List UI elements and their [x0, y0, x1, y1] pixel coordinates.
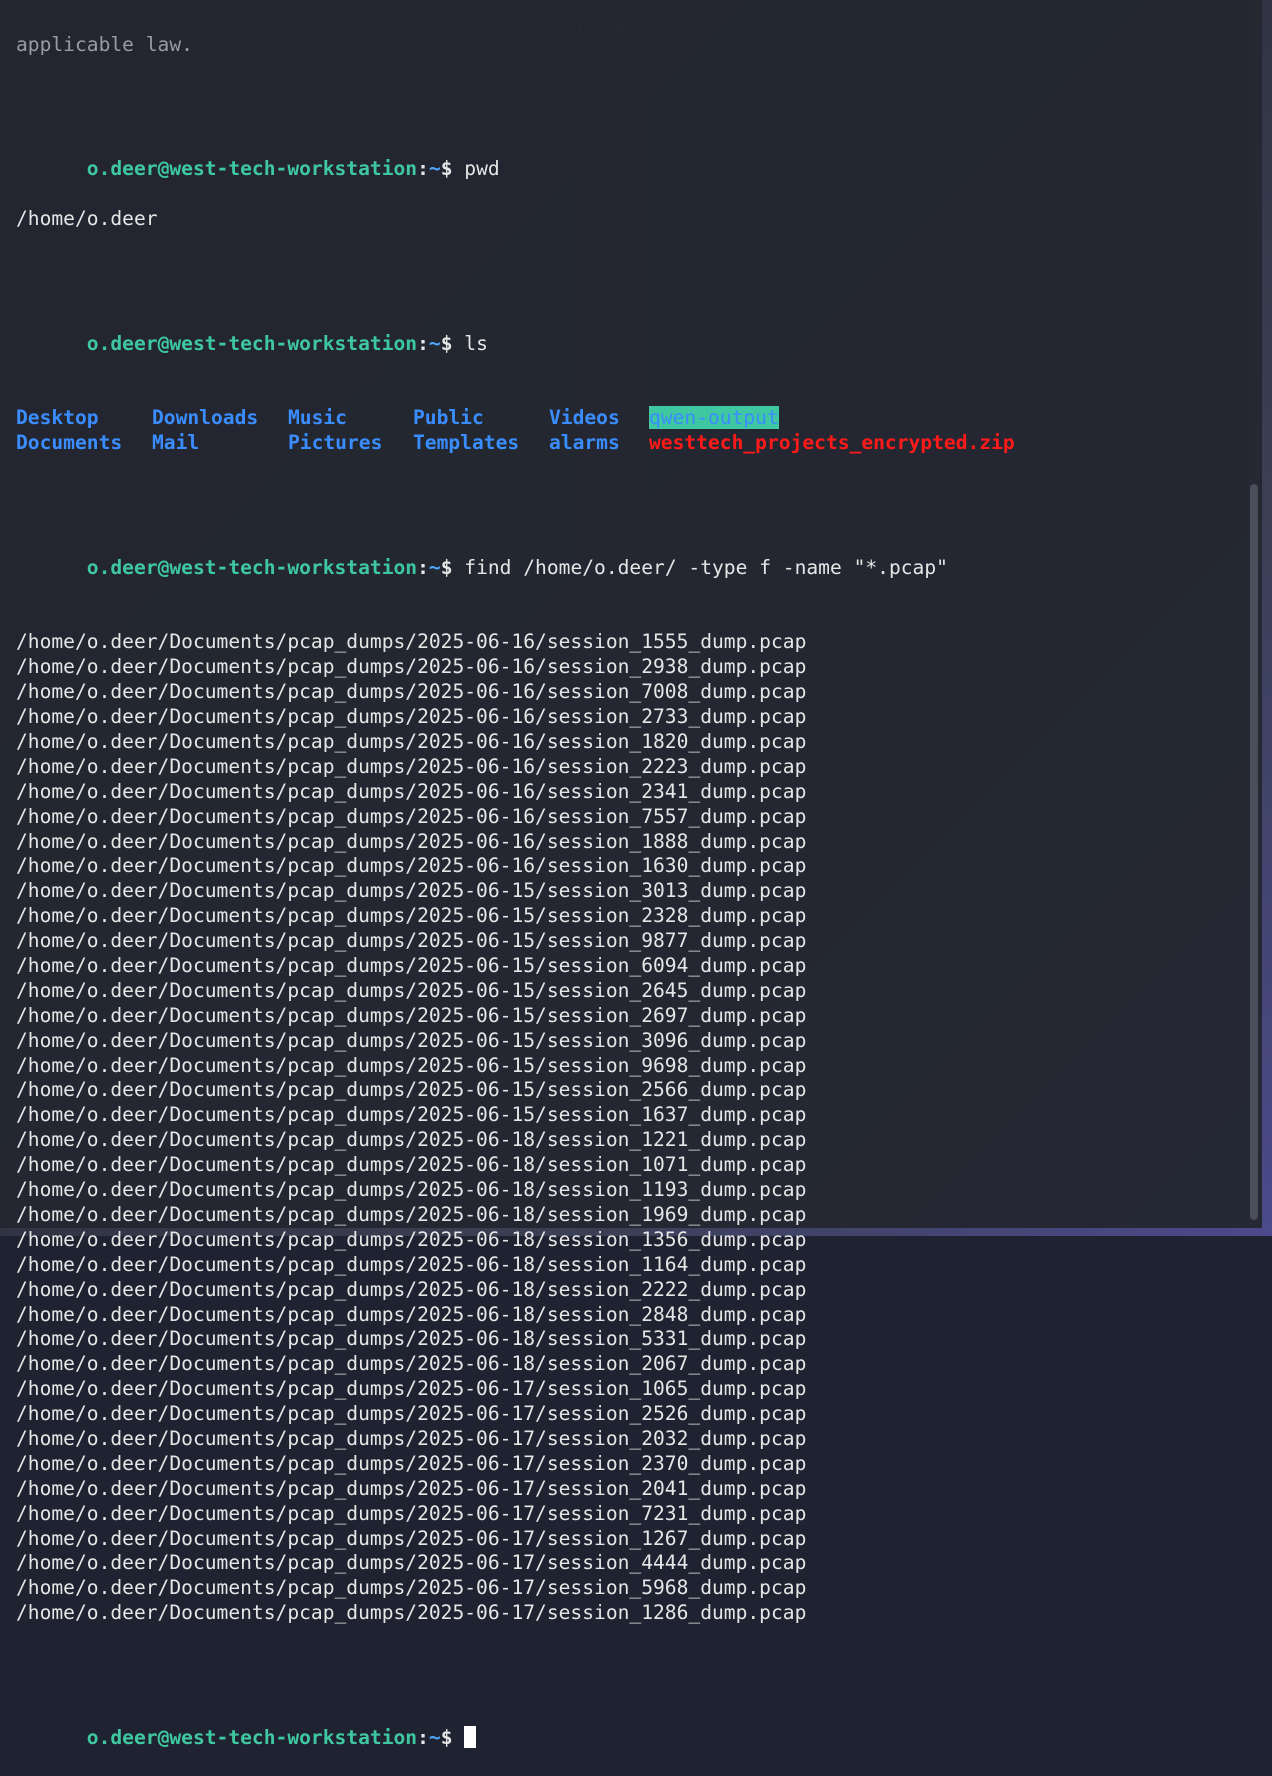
prompt-line: o.deer@west-tech-workstation:~$ find /ho…: [16, 531, 1236, 579]
prompt-at: @: [157, 331, 170, 355]
find-result-line: /home/o.deer/Documents/pcap_dumps/2025-0…: [16, 854, 807, 878]
find-result-line: /home/o.deer/Documents/pcap_dumps/2025-0…: [16, 730, 807, 754]
find-result-line: /home/o.deer/Documents/pcap_dumps/2025-0…: [16, 1277, 807, 1301]
terminal-window[interactable]: applicable law. o.deer@west-tech-worksta…: [0, 0, 1262, 1749]
ls-entry-documents: Documents: [16, 431, 123, 455]
find-result-line: /home/o.deer/Documents/pcap_dumps/2025-0…: [16, 1551, 807, 1575]
find-result-line: /home/o.deer/Documents/pcap_dumps/2025-0…: [16, 929, 807, 953]
command-text: ls: [452, 331, 488, 355]
prompt-at: @: [157, 555, 170, 579]
find-result-line: /home/o.deer/Documents/pcap_dumps/2025-0…: [16, 978, 807, 1002]
find-result-line: /home/o.deer/Documents/pcap_dumps/2025-0…: [16, 1576, 807, 1600]
find-result-line: /home/o.deer/Documents/pcap_dumps/2025-0…: [16, 1003, 807, 1027]
prompt-host: west-tech-workstation: [169, 1725, 418, 1749]
prompt-user: o.deer: [86, 555, 158, 579]
find-result-line: /home/o.deer/Documents/pcap_dumps/2025-0…: [16, 1178, 807, 1202]
prompt-path: ~: [428, 555, 441, 579]
ls-entry-music: Music: [288, 406, 347, 430]
find-result-line: /home/o.deer/Documents/pcap_dumps/2025-0…: [16, 680, 807, 704]
find-result-line: /home/o.deer/Documents/pcap_dumps/2025-0…: [16, 1153, 807, 1177]
find-result-line: /home/o.deer/Documents/pcap_dumps/2025-0…: [16, 1377, 807, 1401]
prompt-at: @: [157, 157, 170, 181]
active-prompt-line[interactable]: o.deer@west-tech-workstation:~$: [16, 1701, 1236, 1749]
find-result-line: /home/o.deer/Documents/pcap_dumps/2025-0…: [16, 1252, 807, 1276]
prompt-host: west-tech-workstation: [169, 157, 418, 181]
find-result-line: /home/o.deer/Documents/pcap_dumps/2025-0…: [16, 954, 807, 978]
find-result-line: /home/o.deer/Documents/pcap_dumps/2025-0…: [16, 1078, 807, 1102]
find-result-line: /home/o.deer/Documents/pcap_dumps/2025-0…: [16, 705, 807, 729]
prompt-dollar: $: [440, 555, 453, 579]
prompt-colon: :: [417, 1725, 429, 1749]
find-result-line: /home/o.deer/Documents/pcap_dumps/2025-0…: [16, 630, 807, 654]
command-output: /home/o.deer: [16, 207, 158, 231]
prompt-user: o.deer: [86, 157, 158, 181]
prompt-colon: :: [417, 157, 429, 181]
terminal-output[interactable]: applicable law. o.deer@west-tech-worksta…: [16, 0, 1236, 1776]
find-results: /home/o.deer/Documents/pcap_dumps/2025-0…: [16, 630, 1236, 1626]
find-result-line: /home/o.deer/Documents/pcap_dumps/2025-0…: [16, 879, 807, 903]
find-result-line: /home/o.deer/Documents/pcap_dumps/2025-0…: [16, 1227, 807, 1251]
find-result-line: /home/o.deer/Documents/pcap_dumps/2025-0…: [16, 1501, 807, 1525]
find-result-line: /home/o.deer/Documents/pcap_dumps/2025-0…: [16, 1402, 807, 1426]
find-result-line: /home/o.deer/Documents/pcap_dumps/2025-0…: [16, 1426, 807, 1450]
prompt-at: @: [157, 1725, 170, 1749]
prompt-colon: :: [417, 555, 429, 579]
prompt-dollar: $: [440, 331, 453, 355]
ls-entry-alarms: alarms: [549, 431, 620, 455]
prompt-path: ~: [428, 157, 441, 181]
find-result-line: /home/o.deer/Documents/pcap_dumps/2025-0…: [16, 754, 807, 778]
ls-listing: Desktop Downloads Music Public Videos qw…: [16, 406, 1236, 456]
find-result-line: /home/o.deer/Documents/pcap_dumps/2025-0…: [16, 1451, 807, 1475]
prompt-line: o.deer@west-tech-workstation:~$ pwd: [16, 132, 1236, 180]
prompt-host: west-tech-workstation: [169, 555, 418, 579]
ls-entry-mail: Mail: [152, 431, 200, 455]
find-result-line: /home/o.deer/Documents/pcap_dumps/2025-0…: [16, 1352, 807, 1376]
find-result-line: /home/o.deer/Documents/pcap_dumps/2025-0…: [16, 779, 807, 803]
find-result-line: /home/o.deer/Documents/pcap_dumps/2025-0…: [16, 1302, 807, 1326]
ls-entry-videos: Videos: [549, 406, 620, 430]
prompt-colon: :: [417, 331, 429, 355]
find-result-line: /home/o.deer/Documents/pcap_dumps/2025-0…: [16, 1202, 807, 1226]
ls-entry-public: Public: [413, 406, 484, 430]
find-result-line: /home/o.deer/Documents/pcap_dumps/2025-0…: [16, 1128, 807, 1152]
find-result-line: /home/o.deer/Documents/pcap_dumps/2025-0…: [16, 655, 807, 679]
ls-entry-pictures: Pictures: [288, 431, 383, 455]
find-result-line: /home/o.deer/Documents/pcap_dumps/2025-0…: [16, 1476, 807, 1500]
command-text: pwd: [452, 157, 500, 181]
prompt-path: ~: [428, 1725, 441, 1749]
find-result-line: /home/o.deer/Documents/pcap_dumps/2025-0…: [16, 904, 807, 928]
prompt-dollar: $: [440, 1725, 453, 1749]
ls-entry-templates: Templates: [413, 431, 520, 455]
find-result-line: /home/o.deer/Documents/pcap_dumps/2025-0…: [16, 1601, 807, 1625]
prompt-user: o.deer: [86, 1725, 158, 1749]
prompt-path: ~: [428, 331, 441, 355]
ls-entry-downloads: Downloads: [152, 406, 259, 430]
prompt-user: o.deer: [86, 331, 158, 355]
ls-entry-qwen-output: qwen-output: [649, 406, 779, 430]
text-cursor: [464, 1725, 477, 1748]
prompt-host: west-tech-workstation: [169, 331, 418, 355]
find-result-line: /home/o.deer/Documents/pcap_dumps/2025-0…: [16, 1103, 807, 1127]
find-result-line: /home/o.deer/Documents/pcap_dumps/2025-0…: [16, 1327, 807, 1351]
command-text: find /home/o.deer/ -type f -name "*.pcap…: [452, 555, 948, 579]
find-result-line: /home/o.deer/Documents/pcap_dumps/2025-0…: [16, 804, 807, 828]
find-result-line: /home/o.deer/Documents/pcap_dumps/2025-0…: [16, 1028, 807, 1052]
ls-entry-zip-archive: westtech_projects_encrypted.zip: [649, 431, 1015, 455]
prompt-line: o.deer@west-tech-workstation:~$ ls: [16, 307, 1236, 355]
prompt-dollar: $: [440, 157, 453, 181]
find-result-line: /home/o.deer/Documents/pcap_dumps/2025-0…: [16, 1053, 807, 1077]
terminal-line: applicable law.: [16, 32, 193, 56]
ls-entry-desktop: Desktop: [16, 406, 99, 430]
find-result-line: /home/o.deer/Documents/pcap_dumps/2025-0…: [16, 1526, 807, 1550]
find-result-line: /home/o.deer/Documents/pcap_dumps/2025-0…: [16, 829, 807, 853]
scrollbar-thumb[interactable]: [1250, 484, 1258, 1220]
